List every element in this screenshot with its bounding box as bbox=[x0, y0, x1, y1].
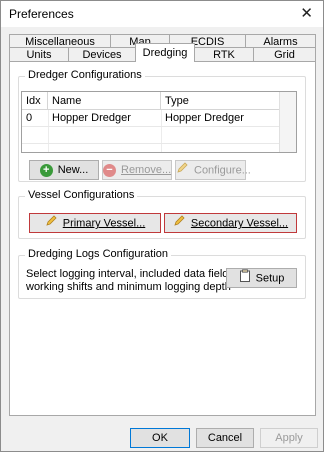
group-label: Vessel Configurations bbox=[25, 189, 138, 201]
logs-description: Select logging interval, included data f… bbox=[26, 268, 237, 294]
configure-button[interactable]: Configure... bbox=[175, 160, 251, 180]
column-header-name[interactable]: Name bbox=[48, 92, 161, 110]
vertical-scrollbar[interactable] bbox=[279, 92, 296, 152]
new-button-label: New... bbox=[57, 164, 89, 176]
cell-name: Hopper Dredger bbox=[52, 112, 131, 124]
group-label: Dredger Configurations bbox=[25, 69, 145, 81]
tab-label: Grid bbox=[274, 49, 295, 61]
primary-vessel-button[interactable]: Primary Vessel... bbox=[29, 213, 161, 233]
clipboard-icon bbox=[239, 269, 251, 288]
pencil-icon bbox=[45, 214, 58, 233]
remove-button[interactable]: − Remove... bbox=[102, 160, 172, 180]
tab-devices[interactable]: Devices bbox=[68, 47, 136, 62]
tab-units[interactable]: Units bbox=[9, 47, 69, 62]
add-icon: + bbox=[39, 163, 53, 177]
apply-button[interactable]: Apply bbox=[260, 428, 318, 448]
cancel-button[interactable]: Cancel bbox=[196, 428, 254, 448]
remove-icon: − bbox=[103, 163, 116, 177]
new-button[interactable]: + New... bbox=[29, 160, 99, 180]
cell-idx: 0 bbox=[26, 112, 33, 124]
column-header-idx[interactable]: Idx bbox=[22, 92, 48, 110]
pencil-icon bbox=[176, 161, 189, 180]
table-header: Idx Name Type bbox=[22, 92, 296, 110]
tab-label: Devices bbox=[82, 49, 122, 61]
ok-label: OK bbox=[152, 432, 168, 444]
logs-description-line: working shifts and minimum logging depth bbox=[26, 281, 231, 293]
cell-type: Hopper Dredger bbox=[165, 112, 244, 124]
setup-button-label: Setup bbox=[255, 272, 285, 285]
cancel-label: Cancel bbox=[207, 432, 243, 444]
close-icon[interactable]: ✕ bbox=[300, 4, 313, 22]
tab-label: Dredging bbox=[142, 47, 188, 59]
table-row[interactable]: 0 Hopper Dredger Hopper Dredger bbox=[22, 110, 280, 127]
remove-button-label: Remove... bbox=[121, 164, 172, 176]
column-header-type[interactable]: Type bbox=[161, 92, 280, 110]
secondary-vessel-label: Secondary Vessel... bbox=[190, 217, 289, 230]
ok-button[interactable]: OK bbox=[130, 428, 190, 448]
apply-label: Apply bbox=[275, 432, 303, 444]
title-bar: Preferences ✕ bbox=[1, 1, 323, 27]
window-title: Preferences bbox=[9, 7, 74, 21]
tab-grid[interactable]: Grid bbox=[253, 47, 316, 62]
pencil-icon bbox=[173, 214, 186, 233]
tab-dredging[interactable]: Dredging bbox=[135, 43, 195, 62]
logs-description-line: Select logging interval, included data f… bbox=[26, 268, 237, 280]
group-label: Dredging Logs Configuration bbox=[25, 248, 172, 260]
tab-label: RTK bbox=[213, 49, 235, 61]
tab-rtk[interactable]: RTK bbox=[194, 47, 254, 62]
table-row-empty bbox=[22, 127, 280, 144]
setup-button[interactable]: Setup bbox=[226, 268, 297, 288]
secondary-vessel-button[interactable]: Secondary Vessel... bbox=[164, 213, 297, 233]
configure-button-label: Configure... bbox=[194, 164, 251, 177]
primary-vessel-label: Primary Vessel... bbox=[62, 217, 146, 230]
tab-label: Units bbox=[26, 49, 52, 61]
preferences-dialog: Preferences ✕ Miscellaneous Map ECDIS Al… bbox=[0, 0, 324, 452]
dredger-table[interactable]: Idx Name Type 0 Hopper Dredger Hopper Dr… bbox=[21, 91, 297, 153]
